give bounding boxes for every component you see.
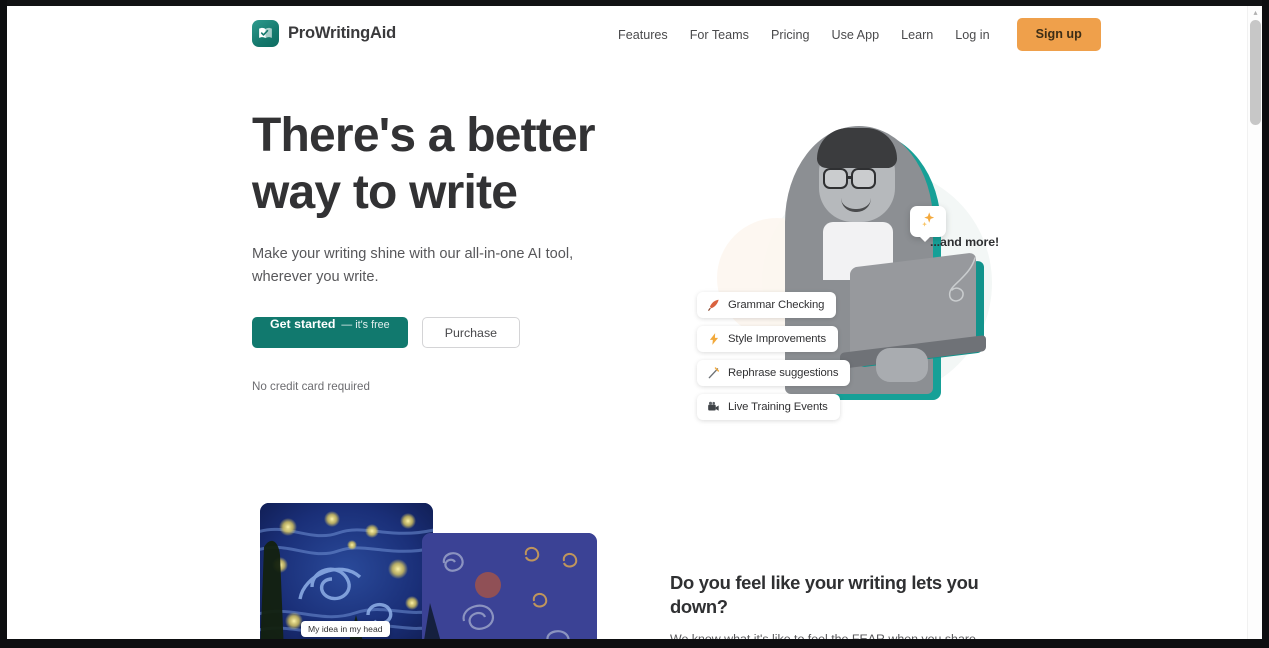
- hero-illustration: ...and more! Grammar Checking Style Impr…: [662, 108, 1062, 448]
- flattened-painting: [422, 533, 597, 639]
- feature-pill-label: Rephrase suggestions: [728, 367, 839, 379]
- nav-link-log-in[interactable]: Log in: [944, 19, 1000, 51]
- scrollbar-up-arrow-icon[interactable]: ▴: [1251, 8, 1260, 17]
- site-header: ProWritingAid Features For Teams Pricing…: [7, 6, 1247, 63]
- feather-pen-icon: [706, 298, 721, 313]
- person-hair: [817, 128, 897, 168]
- brand-logo-link[interactable]: ProWritingAid: [252, 20, 396, 47]
- magic-wand-icon: [706, 366, 721, 381]
- hero-subtitle: Make your writing shine with our all-in-…: [252, 246, 574, 285]
- sign-up-button[interactable]: Sign up: [1016, 18, 1101, 51]
- eyeglasses-right-lens: [851, 168, 876, 189]
- eyeglasses-left-lens: [823, 168, 848, 189]
- purchase-button[interactable]: Purchase: [421, 317, 521, 348]
- hero-title: There's a better way to write: [252, 109, 596, 219]
- curly-pointer-icon: [948, 257, 976, 302]
- window-frame-right: [1262, 0, 1269, 648]
- browser-window: ProWritingAid Features For Teams Pricing…: [0, 0, 1269, 648]
- section-two-title: Do you feel like your writing lets you d…: [670, 572, 979, 617]
- idea-caption-label: My idea in my head: [301, 621, 390, 637]
- writing-lets-you-down-section: My idea in my head Do you feel like your…: [7, 483, 1247, 639]
- nav-link-features[interactable]: Features: [607, 19, 679, 51]
- video-camera-icon: [706, 400, 721, 415]
- main-navigation: Features For Teams Pricing Use App Learn…: [607, 18, 1101, 51]
- feature-pill-rephrase-suggestions[interactable]: Rephrase suggestions: [697, 360, 851, 386]
- page-content: ProWritingAid Features For Teams Pricing…: [7, 6, 1247, 639]
- get-started-label: Get started: [270, 317, 336, 331]
- feature-pill-label: Live Training Events: [728, 401, 828, 413]
- brand-name: ProWritingAid: [288, 24, 397, 42]
- nav-link-for-teams[interactable]: For Teams: [679, 19, 760, 51]
- window-frame-left: [0, 0, 7, 648]
- nav-link-pricing[interactable]: Pricing: [760, 19, 821, 51]
- sparkle-icon: [920, 211, 937, 233]
- feature-pill-list: Grammar Checking Style Improvements Reph…: [697, 292, 851, 420]
- nav-link-use-app[interactable]: Use App: [820, 19, 890, 51]
- section-two-body: We know what it's like to feel the FEAR …: [670, 632, 976, 639]
- feature-pill-grammar-checking[interactable]: Grammar Checking: [697, 292, 837, 318]
- scrollbar-thumb[interactable]: [1250, 20, 1261, 125]
- and-more-annotation: ...and more!: [930, 235, 1000, 249]
- starry-night-painting: [260, 503, 433, 639]
- eyeglasses-bridge: [848, 176, 853, 179]
- get-started-button[interactable]: Get started — it's free: [252, 317, 408, 348]
- feature-pill-label: Style Improvements: [728, 333, 827, 345]
- section-two-copy: Do you feel like your writing lets you d…: [670, 571, 1020, 639]
- get-started-suffix: — it's free: [341, 319, 390, 331]
- page-viewport: ProWritingAid Features For Teams Pricing…: [7, 6, 1262, 639]
- feature-pill-live-training-events[interactable]: Live Training Events: [697, 394, 840, 420]
- hero-section: There's a better way to write Make your …: [7, 63, 1247, 483]
- vertical-scrollbar[interactable]: ▴: [1247, 6, 1262, 639]
- no-credit-card-note: No credit card required: [252, 380, 370, 393]
- person-hand: [876, 348, 928, 382]
- sparkle-badge: [910, 206, 946, 242]
- feature-pill-style-improvements[interactable]: Style Improvements: [697, 326, 839, 352]
- hero-cta-row: Get started — it's free Purchase: [252, 317, 652, 348]
- window-frame-bottom: [0, 639, 1269, 648]
- feature-pill-label: Grammar Checking: [728, 299, 825, 311]
- hero-copy: There's a better way to write Make your …: [252, 107, 652, 393]
- lightning-bolt-icon: [706, 332, 721, 347]
- nav-link-learn[interactable]: Learn: [890, 19, 944, 51]
- book-check-icon: [252, 20, 279, 47]
